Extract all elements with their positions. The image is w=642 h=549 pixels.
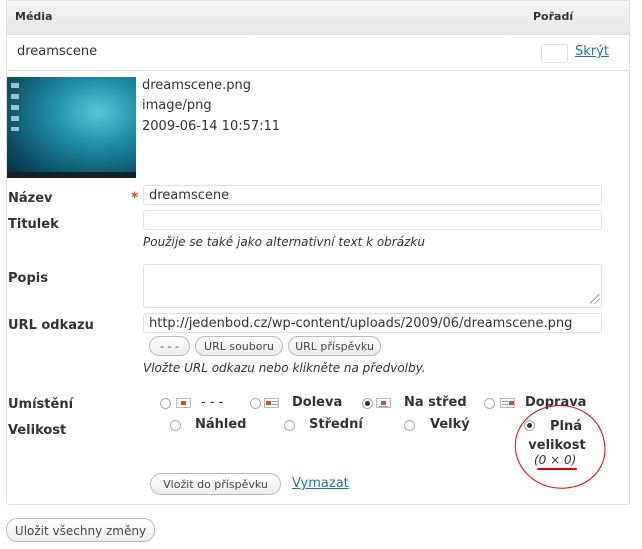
align-center-icon	[376, 398, 391, 408]
delete-link[interactable]: Vymazat	[292, 476, 349, 491]
align-none-radio[interactable]	[160, 398, 171, 409]
save-all-changes-button[interactable]: Uložit všechny změny	[6, 518, 155, 542]
title-input[interactable]	[143, 185, 602, 205]
thumbnail-desktop-icons	[11, 83, 19, 131]
size-large-radio[interactable]	[404, 420, 415, 431]
size-thumbnail-radio[interactable]	[170, 420, 181, 431]
align-center-label: Na střed	[404, 395, 467, 410]
url-post-button[interactable]: URL příspěvku	[288, 336, 381, 356]
hide-link[interactable]: Skrýt	[575, 44, 609, 59]
url-none-button[interactable]: - - -	[149, 336, 190, 356]
align-none-label: - - -	[201, 395, 224, 410]
file-mime-type: image/png	[142, 98, 212, 113]
align-right-icon	[500, 398, 515, 408]
url-file-button[interactable]: URL souboru	[195, 336, 283, 356]
url-input[interactable]	[143, 313, 602, 333]
required-asterisk: *	[131, 190, 139, 206]
url-help-text: Vložte URL odkazu nebo klikněte na předv…	[143, 361, 426, 375]
resize-grip-icon[interactable]	[590, 294, 600, 304]
description-textarea[interactable]	[143, 264, 602, 308]
annotation-underline	[537, 468, 577, 470]
align-none-icon	[176, 398, 191, 408]
caption-help-text: Použije se také jako alternativní text k…	[143, 235, 425, 249]
size-medium-label: Střední	[309, 417, 363, 432]
caption-label: Titulek	[8, 217, 59, 232]
size-label: Velikost	[8, 423, 67, 438]
caption-input[interactable]	[143, 210, 602, 230]
insert-into-post-button[interactable]: Vložit do příspěvku	[150, 473, 281, 495]
size-thumbnail-label: Náhled	[195, 417, 247, 432]
media-item-title: dreamscene	[17, 44, 98, 59]
order-input[interactable]	[541, 44, 568, 63]
media-item-row: dreamscene Skrýt	[7, 35, 629, 71]
title-label: Název	[8, 191, 53, 206]
align-left-icon	[264, 398, 279, 408]
size-large-label: Velký	[430, 417, 470, 432]
align-center-radio[interactable]	[362, 398, 373, 409]
size-medium-radio[interactable]	[284, 420, 295, 431]
file-upload-date: 2009-06-14 10:57:11	[142, 119, 281, 134]
file-name: dreamscene.png	[142, 78, 251, 93]
media-column-header: Média	[15, 10, 53, 23]
description-label: Popis	[8, 271, 48, 286]
order-column-header: Pořadí	[533, 10, 574, 23]
align-left-radio[interactable]	[250, 398, 261, 409]
media-table-header: Média Pořadí	[7, 1, 629, 35]
media-thumbnail	[7, 77, 136, 178]
align-left-label: Doleva	[292, 395, 343, 410]
align-right-radio[interactable]	[484, 398, 495, 409]
url-label: URL odkazu	[8, 318, 94, 333]
alignment-label: Umístění	[8, 397, 74, 412]
thumbnail-taskbar	[7, 172, 136, 178]
